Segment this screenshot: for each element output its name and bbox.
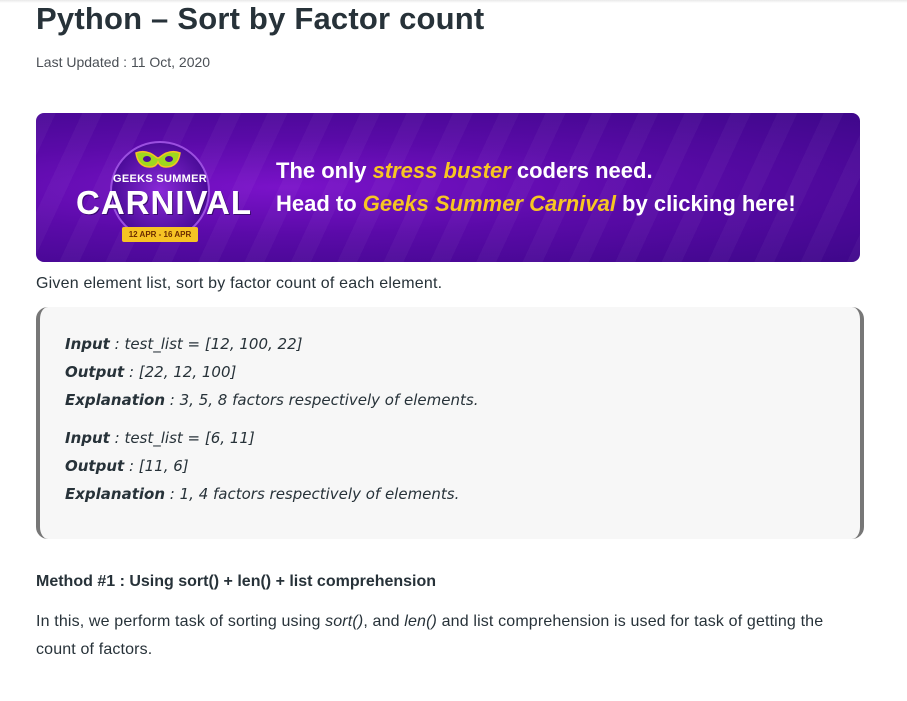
- intro-text: Given element list, sort by factor count…: [36, 275, 443, 292]
- method-description: In this, we perform task of sorting usin…: [36, 608, 860, 664]
- promo-banner[interactable]: GEEKS SUMMER CARNIVAL 12 APR - 16 APR Th…: [36, 113, 860, 262]
- example-label: Input: [65, 429, 110, 447]
- logo-title: CARNIVAL: [76, 184, 253, 221]
- banner-headline: The only stress buster coders need.: [276, 157, 653, 185]
- example-value: : 3, 5, 8 factors respectively of elemen…: [165, 391, 479, 409]
- example-value: : 1, 4 factors respectively of elements.: [165, 485, 460, 503]
- example-value: : [22, 12, 100]: [124, 363, 237, 381]
- banner-highlight: Geeks Summer Carnival: [362, 191, 616, 216]
- description-text: , and: [363, 613, 405, 630]
- method-heading: Method #1 : Using sort() + len() + list …: [36, 573, 437, 590]
- example-value: : test_list = [6, 11]: [109, 429, 255, 447]
- carnival-logo: GEEKS SUMMER CARNIVAL 12 APR - 16 APR: [76, 135, 253, 245]
- banner-text: by clicking here!: [615, 191, 796, 216]
- example-value: : [11, 6]: [124, 457, 189, 475]
- inline-code: sort(): [325, 613, 364, 630]
- banner-highlight: stress buster: [372, 158, 511, 183]
- example-line: Explanation : 1, 4 factors respectively …: [65, 484, 459, 504]
- mask-icon: [135, 150, 181, 168]
- example-label: Output: [65, 363, 125, 381]
- logo-dates-ribbon: 12 APR - 16 APR: [122, 227, 198, 242]
- example-label: Input: [65, 335, 110, 353]
- example-label: Output: [65, 457, 125, 475]
- banner-cta: Head to Geeks Summer Carnival by clickin…: [276, 190, 796, 218]
- page-title: Python – Sort by Factor count: [36, 1, 485, 36]
- example-line: Input : test_list = [6, 11]: [65, 428, 255, 448]
- last-updated: Last Updated : 11 Oct, 2020: [36, 54, 211, 70]
- description-text: In this, we perform task of sorting usin…: [36, 613, 326, 630]
- banner-text: The only: [276, 158, 373, 183]
- example-label: Explanation: [65, 485, 166, 503]
- banner-text: coders need.: [510, 158, 653, 183]
- example-line: Explanation : 3, 5, 8 factors respective…: [65, 390, 478, 410]
- example-line: Output : [11, 6]: [65, 456, 189, 476]
- example-line: Input : test_list = [12, 100, 22]: [65, 334, 302, 354]
- example-block: Input : test_list = [12, 100, 22] Output…: [36, 307, 864, 539]
- example-value: : test_list = [12, 100, 22]: [109, 335, 303, 353]
- example-line: Output : [22, 12, 100]: [65, 362, 236, 382]
- inline-code: len(): [404, 613, 438, 630]
- banner-text: Head to: [276, 191, 363, 216]
- example-label: Explanation: [65, 391, 166, 409]
